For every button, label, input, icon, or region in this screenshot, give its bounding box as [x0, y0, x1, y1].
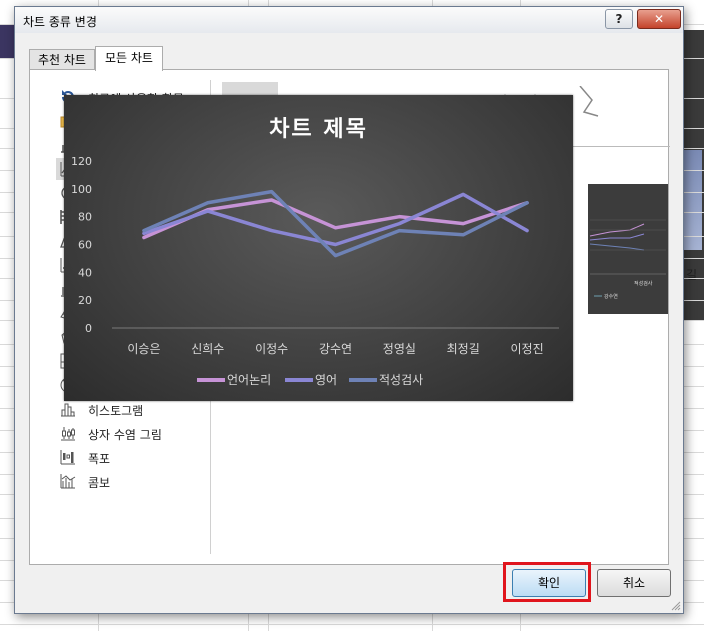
- category-combo[interactable]: 콤보: [60, 470, 210, 492]
- preview-axis-label: 적성검사: [634, 281, 653, 287]
- ok-button-highlight-box: [503, 562, 591, 602]
- close-button[interactable]: ✕: [637, 9, 681, 29]
- legend-label: 적성검사: [379, 373, 423, 387]
- y-tick-label: 120: [71, 155, 92, 168]
- chart-preview-thumbnail[interactable]: 적성검사 강수연: [588, 184, 668, 314]
- sheet-cell-text: 길: [686, 268, 698, 282]
- x-tick-label: 이승은: [127, 342, 160, 356]
- x-tick-label: 최정길: [447, 342, 480, 356]
- legend-label: 언어논리: [227, 373, 271, 387]
- sheet-chart-bar: [684, 150, 702, 250]
- category-label: 콤보: [88, 476, 111, 490]
- x-tick-label: 이정진: [511, 342, 544, 356]
- dialog-title: 차트 종류 변경: [23, 15, 97, 29]
- category-histogram[interactable]: 히스토그램: [60, 398, 210, 420]
- preview-legend-label: 강수연: [604, 294, 618, 300]
- series-line-2: [142, 192, 529, 247]
- help-button[interactable]: ?: [605, 9, 633, 29]
- tab-recommended-charts[interactable]: 추천 차트: [29, 49, 95, 70]
- chart-plot: 0 20 40 60 80 100 120 이승은 신희수 이정수 강수연 정영실 최정길 이정진언어논리…: [71, 155, 559, 387]
- combo-chart-icon: [60, 474, 76, 489]
- category-waterfall[interactable]: 폭포: [60, 446, 210, 468]
- y-tick-label: 40: [78, 266, 92, 279]
- category-box-whisker[interactable]: 상자 수염 그림: [60, 422, 210, 444]
- histogram-chart-icon: [61, 403, 75, 417]
- dialog-titlebar[interactable]: 차트 종류 변경 ? ✕: [15, 7, 683, 33]
- resize-grip-icon[interactable]: [669, 599, 681, 611]
- legend-label: 영어: [315, 373, 337, 387]
- category-label: 히스토그램: [88, 404, 144, 418]
- box-whisker-chart-icon: [61, 427, 75, 441]
- y-tick-label: 20: [78, 294, 92, 307]
- y-tick-label: 100: [71, 183, 92, 196]
- preview-thumb-lines: [589, 219, 666, 297]
- x-tick-label: 정영실: [383, 342, 416, 356]
- y-tick-label: 80: [78, 211, 92, 224]
- preview-divider: [570, 146, 670, 147]
- x-tick-label: 이정수: [255, 342, 288, 356]
- category-label: 폭포: [88, 452, 111, 466]
- y-tick-label: 0: [85, 322, 92, 335]
- waterfall-chart-icon: [60, 450, 75, 465]
- x-tick-label: 강수연: [319, 342, 352, 356]
- x-tick-label: 신희수: [191, 342, 224, 356]
- floating-line-chart[interactable]: 차트 제목 0 20 40 60 80 100 120 이승은 신희수 이정수 강수연 정영실 최정길 이…: [64, 95, 573, 401]
- sheet-row-line: [0, 624, 704, 625]
- category-label: 상자 수염 그림: [88, 428, 162, 442]
- y-tick-label: 60: [78, 239, 92, 252]
- tab-all-charts[interactable]: 모든 차트: [95, 46, 163, 71]
- cancel-button[interactable]: 취소: [597, 569, 671, 597]
